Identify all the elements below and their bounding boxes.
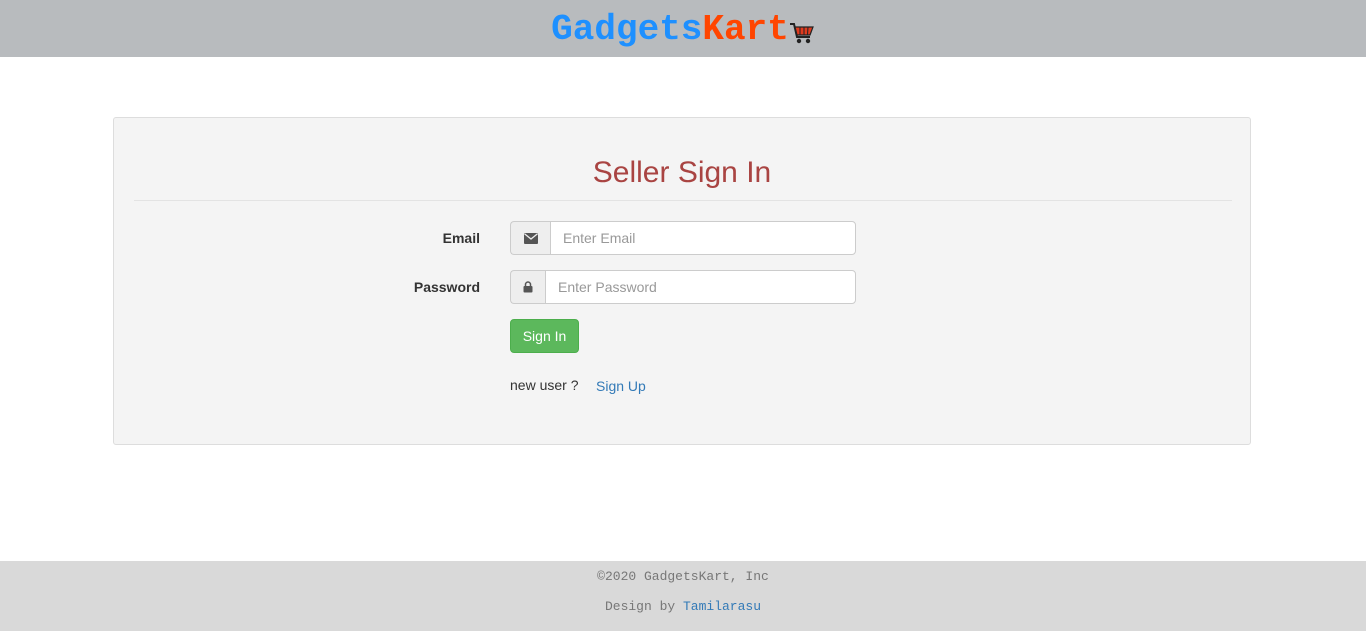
signin-panel: Seller Sign In Email Password Sign In ne… xyxy=(113,117,1251,445)
lock-icon xyxy=(510,270,545,304)
designer-link[interactable]: Tamilarasu xyxy=(683,599,761,614)
sign-in-button[interactable]: Sign In xyxy=(510,319,579,353)
title-divider xyxy=(134,200,1232,201)
brand-logo[interactable]: Gadgets Kart xyxy=(551,10,815,48)
envelope-icon xyxy=(510,221,550,255)
design-credit: Design by Tamilarasu xyxy=(0,599,1366,614)
design-credit-prefix: Design by xyxy=(604,599,676,614)
email-label: Email xyxy=(442,230,480,246)
brand-name-gadgets: Gadgets xyxy=(551,8,703,50)
page-title: Seller Sign In xyxy=(592,156,772,189)
page-footer: ©2020 GadgetsKart, Inc Design by Tamilar… xyxy=(0,561,1366,631)
new-user-text: new user ? xyxy=(510,377,579,393)
email-field[interactable] xyxy=(550,221,856,255)
copyright-text: ©2020 GadgetsKart, Inc xyxy=(597,569,769,584)
sign-up-link[interactable]: Sign Up xyxy=(596,378,646,394)
email-input-group xyxy=(510,221,856,255)
top-header: Gadgets Kart xyxy=(0,0,1366,57)
brand-name-kart: Kart xyxy=(702,8,789,50)
password-field[interactable] xyxy=(545,270,856,304)
shopping-cart-icon xyxy=(789,20,815,46)
password-input-group xyxy=(510,270,856,304)
password-label: Password xyxy=(413,279,480,295)
